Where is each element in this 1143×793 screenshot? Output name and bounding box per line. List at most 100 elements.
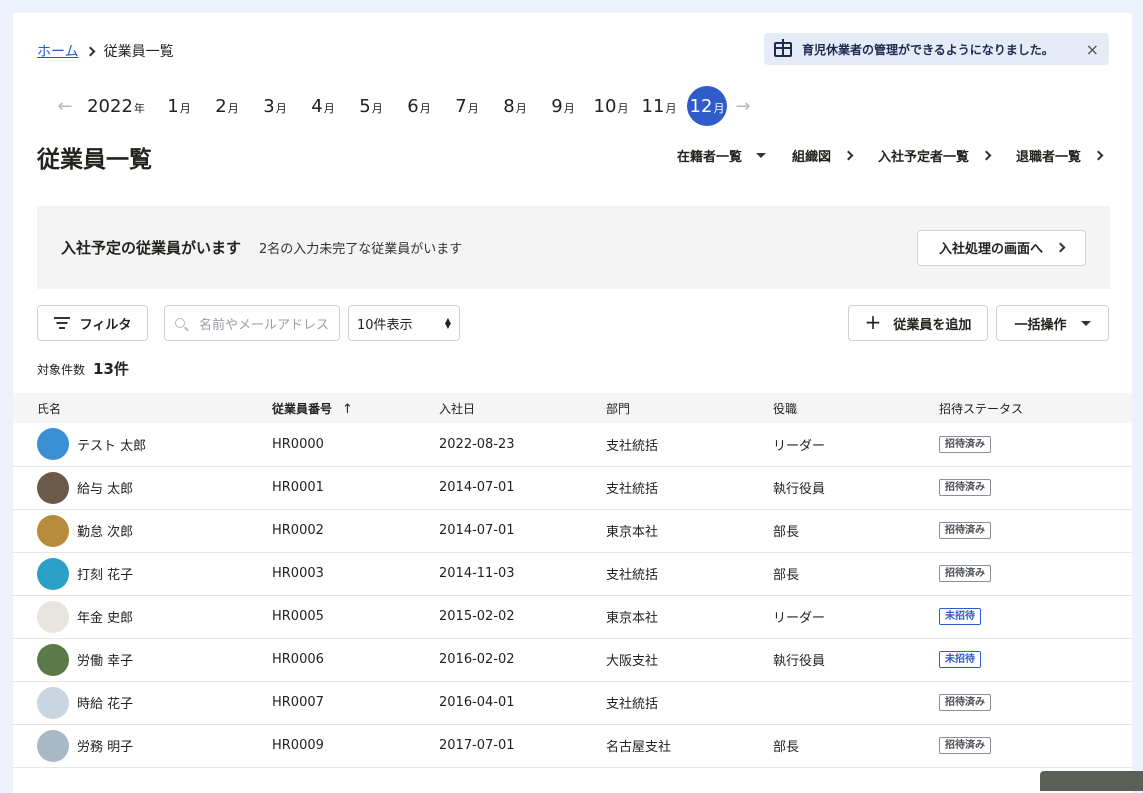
breadcrumb: ホーム 従業員一覧: [37, 41, 174, 61]
subnav-enrolled[interactable]: 在籍者一覧: [677, 146, 766, 165]
caret-down-icon: [755, 153, 766, 158]
avatar: [37, 471, 69, 504]
breadcrumb-home-link[interactable]: ホーム: [37, 41, 79, 61]
department: 名古屋支社: [606, 724, 773, 768]
add-employee-button[interactable]: + 従業員を追加: [848, 305, 988, 341]
table-row[interactable]: テスト 太郎 HR0000 2022-08-23 支社統括 リーダー 招待済み: [13, 423, 1132, 467]
month-10[interactable]: 10 月: [587, 86, 635, 126]
status-badge: 招待済み: [939, 565, 991, 582]
position: 部長: [773, 552, 939, 596]
employee-name[interactable]: テスト 太郎: [77, 435, 146, 454]
month-5[interactable]: 5月: [347, 86, 395, 126]
join-date: 2016-02-02: [439, 638, 606, 682]
department: 東京本社: [606, 595, 773, 639]
month-7[interactable]: 7月: [443, 86, 491, 126]
table-row[interactable]: 労働 幸子 HR0006 2016-02-02 大阪支社 執行役員 未招待: [13, 638, 1132, 682]
department: 支社統括: [606, 552, 773, 596]
header-number[interactable]: 従業員番号 ↑: [272, 393, 439, 423]
department: 東京本社: [606, 509, 773, 553]
avatar: [37, 557, 69, 590]
department: 支社統括: [606, 423, 773, 467]
chevron-right-icon: [981, 150, 992, 161]
search-icon: [175, 318, 185, 328]
month-6[interactable]: 6月: [395, 86, 443, 126]
employee-name[interactable]: 年金 史郎: [77, 607, 133, 626]
status-badge: 招待済み: [939, 435, 991, 453]
search-input[interactable]: 名前やメールアドレス: [164, 305, 340, 341]
position: [773, 681, 939, 725]
subnav-upcoming[interactable]: 入社予定者一覧: [878, 146, 992, 165]
gift-icon: [774, 38, 792, 57]
position: 部長: [773, 724, 939, 768]
employee-number: HR0007: [272, 681, 439, 725]
employee-name[interactable]: 給与 太郎: [77, 478, 133, 497]
month-selector: ← 2022 年 1月 2月 3月 4月 5月 6月 7月 8月 9月 10 月 1…: [53, 86, 755, 126]
breadcrumb-current: 従業員一覧: [103, 44, 174, 60]
employee-number: HR0006: [272, 638, 439, 682]
position: 部長: [773, 509, 939, 553]
banner-title: 入社予定の従業員がいます: [61, 239, 242, 257]
bulk-action-button[interactable]: 一括操作: [996, 305, 1109, 341]
avatar: [37, 729, 69, 762]
month-4[interactable]: 4月: [299, 86, 347, 126]
month-12-active[interactable]: 12 月: [687, 86, 727, 126]
plus-icon: +: [864, 310, 882, 334]
position: リーダー: [773, 423, 939, 467]
feature-notice: 育児休業者の管理ができるようになりました。 ×: [764, 33, 1109, 65]
header-joined[interactable]: 入社日: [439, 393, 606, 423]
table-row[interactable]: 年金 史郎 HR0005 2015-02-02 東京本社 リーダー 未招待: [13, 595, 1132, 639]
subnav-retired[interactable]: 退職者一覧: [1016, 146, 1104, 165]
employee-name[interactable]: 労務 明子: [77, 736, 133, 755]
subnav-org-chart[interactable]: 組織図: [792, 146, 854, 165]
month-1[interactable]: 1月: [155, 86, 203, 126]
main-card: ホーム 従業員一覧 育児休業者の管理ができるようになりました。 × ← 2022…: [13, 13, 1143, 793]
sub-navigation: 在籍者一覧 組織図 入社予定者一覧 退職者一覧: [651, 146, 1104, 165]
employee-name[interactable]: 労働 幸子: [77, 650, 133, 669]
search-placeholder: 名前やメールアドレス: [199, 317, 330, 333]
filter-button[interactable]: フィルタ: [37, 305, 148, 341]
table-row[interactable]: 時給 花子 HR0007 2016-04-01 支社統括 招待済み: [13, 681, 1132, 725]
employee-name[interactable]: 打刻 花子: [77, 564, 133, 583]
close-icon[interactable]: ×: [1086, 40, 1099, 59]
banner-text: 2名の入力未完了な従業員がいます: [259, 242, 463, 257]
join-date: 2016-04-01: [439, 681, 606, 725]
status-badge: 招待済み: [939, 479, 991, 496]
position: 執行役員: [773, 638, 939, 682]
header-dept[interactable]: 部門: [606, 393, 773, 423]
table-row[interactable]: 給与 太郎 HR0001 2014-07-01 支社統括 執行役員 招待済み: [13, 466, 1132, 510]
header-name[interactable]: 氏名: [13, 393, 272, 423]
join-date: 2022-08-23: [439, 423, 606, 467]
position: リーダー: [773, 595, 939, 639]
month-8[interactable]: 8月: [491, 86, 539, 126]
page-title: 従業員一覧: [37, 147, 152, 173]
employee-number: HR0000: [272, 423, 439, 467]
employee-table: 氏名 従業員番号 ↑ 入社日 部門 役職 招待ステータス テスト 太郎 HR0000…: [13, 393, 1132, 768]
month-9[interactable]: 9月: [539, 86, 587, 126]
chevron-right-icon: [85, 46, 96, 56]
employee-name[interactable]: 時給 花子: [77, 693, 133, 712]
year-label: 2022 年: [87, 95, 145, 117]
table-row[interactable]: 打刻 花子 HR0003 2014-11-03 支社統括 部長 招待済み: [13, 552, 1132, 596]
join-date: 2014-07-01: [439, 509, 606, 553]
table-header: 氏名 従業員番号 ↑ 入社日 部門 役職 招待ステータス: [13, 393, 1132, 423]
onboarding-screen-button[interactable]: 入社処理の画面へ: [917, 229, 1086, 266]
per-page-select[interactable]: 10件表示 ▲ ▼: [348, 305, 460, 341]
avatar: [37, 428, 69, 461]
arrow-left-icon[interactable]: ←: [53, 96, 77, 117]
employee-number: HR0001: [272, 466, 439, 510]
chevron-right-icon: [1055, 242, 1066, 253]
floating-widget-corner[interactable]: [1040, 771, 1143, 791]
month-2[interactable]: 2月: [203, 86, 251, 126]
table-row[interactable]: 勤怠 次郎 HR0002 2014-07-01 東京本社 部長 招待済み: [13, 509, 1132, 553]
arrow-right-icon[interactable]: →: [731, 96, 755, 117]
month-11[interactable]: 11 月: [635, 86, 683, 126]
avatar: [37, 686, 69, 719]
table-row[interactable]: 労務 明子 HR0009 2017-07-01 名古屋支社 部長 招待済み: [13, 724, 1132, 768]
status-badge: 招待済み: [939, 694, 991, 711]
employee-name[interactable]: 勤怠 次郎: [77, 521, 133, 540]
month-3[interactable]: 3月: [251, 86, 299, 126]
header-status[interactable]: 招待ステータス: [939, 393, 1132, 423]
header-role[interactable]: 役職: [773, 393, 939, 423]
department: 支社統括: [606, 681, 773, 725]
department: 大阪支社: [606, 638, 773, 682]
